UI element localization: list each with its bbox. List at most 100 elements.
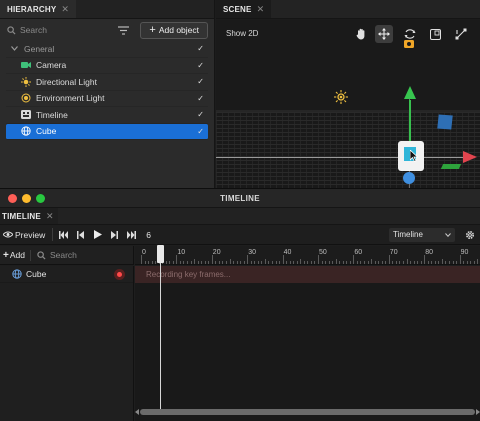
- ruler-tick: [349, 261, 351, 264]
- keyframe-area[interactable]: Recording key frames...: [135, 266, 480, 421]
- tree-group-general[interactable]: General ✓: [6, 41, 208, 58]
- ruler-tick-label: 60: [354, 249, 363, 256]
- tab-hierarchy-label: HIERARCHY: [7, 4, 57, 14]
- close-icon[interactable]: ✕: [46, 211, 54, 222]
- close-icon[interactable]: ✕: [257, 4, 265, 15]
- timeline-ruler[interactable]: 0 10 20 30 40 50 60 70 80 90: [135, 246, 480, 265]
- scroll-left-arrow-icon[interactable]: [135, 409, 139, 415]
- hand-icon: [356, 28, 364, 40]
- environment-icon: [21, 93, 31, 103]
- scene-tabbar: SCENE ✕: [216, 0, 480, 19]
- maximize-window-button[interactable]: [36, 194, 45, 203]
- add-track-button[interactable]: + Add: [3, 249, 31, 261]
- check-icon[interactable]: ✓: [197, 127, 204, 136]
- ruler-tick: [240, 261, 242, 264]
- chevron-down-icon[interactable]: [9, 44, 19, 54]
- scene-x-axis-line: [216, 157, 464, 158]
- timeline-mode-select[interactable]: Timeline: [389, 227, 455, 242]
- recording-status-text: Recording key frames...: [146, 270, 231, 279]
- ruler-tick: [286, 261, 288, 264]
- gizmo-x-arrow-handle[interactable]: [463, 151, 477, 163]
- tree-item-environment-light[interactable]: Environment Light ✓: [6, 91, 208, 107]
- scale-tool-button[interactable]: [426, 25, 444, 43]
- ruler-tick: [222, 261, 224, 264]
- timeline-titlebar[interactable]: TIMELINE: [0, 189, 480, 208]
- recording-lane[interactable]: Recording key frames...: [135, 266, 480, 283]
- gizmo-z-plane-handle[interactable]: [437, 114, 453, 130]
- ruler-tick: [473, 261, 475, 264]
- check-icon[interactable]: ✓: [197, 110, 204, 119]
- ruler-tick: [211, 255, 213, 264]
- tree-item-label: Cube: [36, 126, 57, 137]
- plus-icon: +: [3, 249, 9, 261]
- gizmo-y-axis: [409, 100, 411, 142]
- tracks-search[interactable]: [37, 250, 110, 260]
- hierarchy-search[interactable]: [6, 22, 102, 39]
- ruler-tick: [310, 261, 312, 264]
- tree-item-cube[interactable]: Cube ✓: [6, 123, 208, 140]
- transform-tool-button[interactable]: [452, 25, 470, 43]
- scroll-right-arrow-icon[interactable]: [476, 409, 480, 415]
- show-2d-toggle[interactable]: Show 2D: [226, 29, 258, 38]
- gizmo-y-plane-handle[interactable]: [440, 164, 462, 169]
- check-icon[interactable]: ✓: [197, 94, 204, 103]
- add-object-label: Add object: [158, 25, 199, 35]
- directional-light-gizmo-icon[interactable]: [334, 90, 348, 106]
- ruler-tick-label: 30: [248, 249, 256, 256]
- preview-toggle[interactable]: Preview: [3, 230, 48, 240]
- ruler-tick: [141, 255, 142, 264]
- ruler-tick: [318, 255, 319, 264]
- timeline-tabbar: TIMELINE ✕: [0, 208, 480, 225]
- ruler-tick: [208, 261, 210, 264]
- move-tool-button[interactable]: [375, 25, 393, 43]
- playhead-handle[interactable]: [157, 245, 164, 263]
- next-frame-button[interactable]: [108, 228, 121, 241]
- previous-frame-button[interactable]: [74, 228, 87, 241]
- tree-group-label: General: [24, 43, 55, 54]
- track-row-cube[interactable]: Cube: [0, 266, 133, 283]
- tab-hierarchy[interactable]: HIERARCHY ✕: [0, 0, 77, 18]
- hand-tool-button[interactable]: [352, 25, 370, 43]
- hierarchy-toolbar: + Add object: [0, 19, 214, 41]
- close-icon[interactable]: ✕: [61, 4, 69, 15]
- minimize-window-button[interactable]: [22, 194, 31, 203]
- transform-icon: [455, 28, 467, 40]
- go-to-end-button[interactable]: [125, 228, 138, 241]
- ruler-tick: [204, 261, 206, 264]
- gizmo-y-arrow-handle[interactable]: [404, 86, 416, 99]
- current-frame-field[interactable]: 6: [146, 230, 151, 240]
- ruler-tick: [328, 261, 330, 264]
- ruler-tick-label: 40: [283, 249, 292, 256]
- scene-viewport[interactable]: Show 2D: [216, 20, 480, 188]
- tree-item-camera[interactable]: Camera ✓: [6, 58, 208, 74]
- ruler-tick-label: 0: [142, 249, 146, 256]
- close-window-button[interactable]: [8, 194, 17, 203]
- gizmo-z-arrow-handle[interactable]: [403, 172, 415, 184]
- ruler-tick: [413, 261, 415, 264]
- add-object-button[interactable]: + Add object: [140, 21, 208, 39]
- play-button[interactable]: [91, 228, 104, 241]
- timeline-horizontal-scrollbar[interactable]: [140, 409, 475, 415]
- ruler-tick: [371, 259, 373, 264]
- ruler-tick: [417, 261, 419, 264]
- record-button[interactable]: [114, 268, 125, 280]
- check-icon[interactable]: ✓: [197, 61, 204, 70]
- timeline-toolbar: Preview 6 Timeline: [0, 225, 480, 245]
- ruler-tick-label: 80: [425, 249, 433, 256]
- go-to-start-button[interactable]: [57, 228, 70, 241]
- ruler-tick: [452, 261, 454, 264]
- tab-timeline[interactable]: TIMELINE ✕: [0, 208, 58, 224]
- check-icon[interactable]: ✓: [197, 44, 204, 53]
- timeline-settings-button[interactable]: [463, 228, 477, 242]
- tree-item-directional-light[interactable]: Directional Light ✓: [6, 74, 208, 91]
- tree-item-timeline[interactable]: Timeline ✓: [6, 107, 208, 124]
- check-icon[interactable]: ✓: [197, 77, 204, 86]
- tab-scene[interactable]: SCENE ✕: [216, 0, 272, 18]
- camera-marker-icon[interactable]: [403, 38, 415, 50]
- ruler-tick: [233, 261, 235, 264]
- sun-icon: [21, 76, 31, 87]
- tracks-search-input[interactable]: [49, 250, 110, 260]
- hierarchy-search-input[interactable]: [20, 25, 90, 35]
- ruler-tick: [335, 259, 337, 264]
- filter-icon[interactable]: [116, 23, 130, 37]
